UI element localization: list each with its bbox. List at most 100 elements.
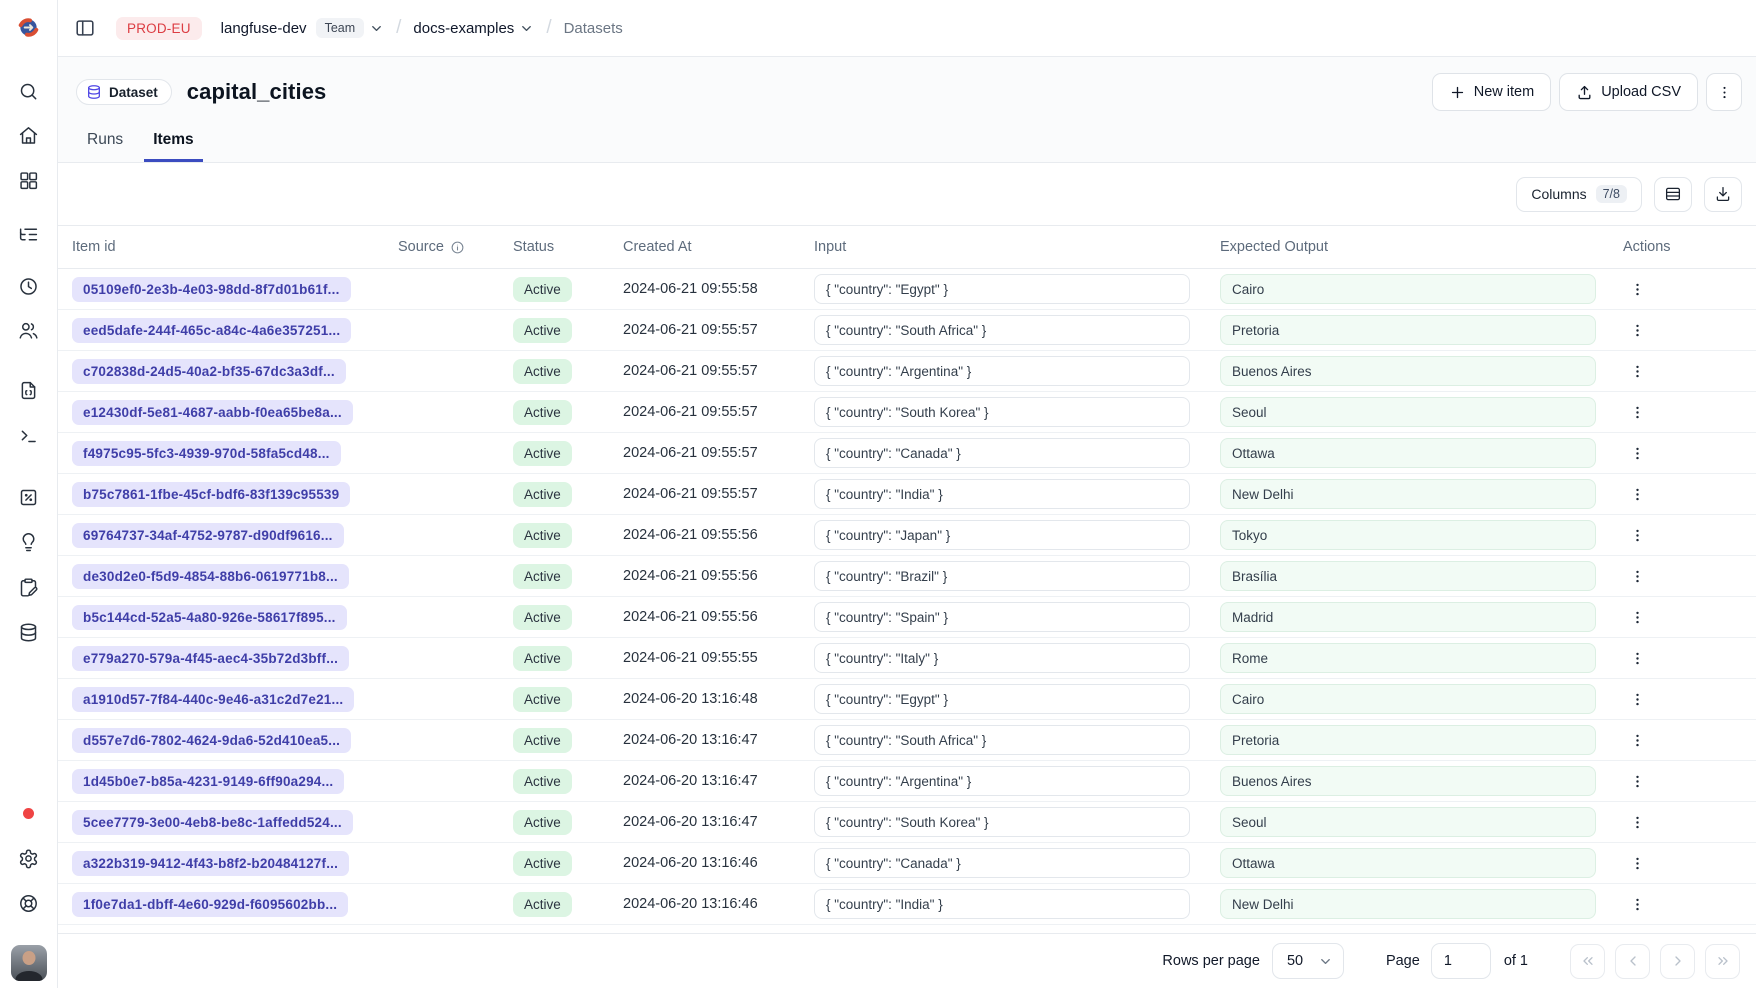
input-cell[interactable]: { "country": "South Africa" }	[814, 725, 1190, 755]
item-id-link[interactable]: b75c7861-1fbe-45cf-bdf6-83f139c95539	[72, 482, 350, 507]
record-indicator[interactable]	[16, 801, 42, 825]
sidebar-item-tracing[interactable]	[16, 222, 42, 246]
sidebar-item-playground[interactable]	[16, 423, 42, 447]
sidebar-item-annotation[interactable]	[16, 575, 42, 599]
row-actions-button[interactable]	[1623, 357, 1651, 385]
previous-page-button[interactable]	[1615, 944, 1650, 979]
item-id-link[interactable]: d557e7d6-7802-4624-9da6-52d410ea5...	[72, 728, 351, 753]
input-cell[interactable]: { "country": "India" }	[814, 889, 1190, 919]
expected-output-cell[interactable]: Madrid	[1220, 602, 1596, 632]
input-cell[interactable]: { "country": "India" }	[814, 479, 1190, 509]
sidebar-toggle-button[interactable]	[72, 15, 98, 41]
input-cell[interactable]: { "country": "Italy" }	[814, 643, 1190, 673]
item-id-link[interactable]: eed5dafe-244f-465c-a84c-4a6e357251...	[72, 318, 351, 343]
item-id-link[interactable]: e779a270-579a-4f45-aec4-35b72d3bff...	[72, 646, 349, 671]
columns-button[interactable]: Columns 7/8	[1516, 177, 1642, 212]
row-actions-button[interactable]	[1623, 398, 1651, 426]
expected-output-cell[interactable]: Buenos Aires	[1220, 766, 1596, 796]
sidebar-item-prompts[interactable]	[16, 378, 42, 402]
input-cell[interactable]: { "country": "South Korea" }	[814, 807, 1190, 837]
row-actions-button[interactable]	[1623, 521, 1651, 549]
input-cell[interactable]: { "country": "Brazil" }	[814, 561, 1190, 591]
tab-runs[interactable]: Runs	[78, 131, 132, 162]
row-actions-button[interactable]	[1623, 316, 1651, 344]
sidebar-item-search[interactable]	[16, 79, 42, 103]
expected-output-cell[interactable]: Pretoria	[1220, 315, 1596, 345]
expected-output-cell[interactable]: Rome	[1220, 643, 1596, 673]
expected-output-cell[interactable]: Seoul	[1220, 397, 1596, 427]
project-switcher[interactable]	[519, 21, 534, 36]
row-actions-button[interactable]	[1623, 562, 1651, 590]
input-cell[interactable]: { "country": "Canada" }	[814, 438, 1190, 468]
rows-per-page-select[interactable]: 50	[1272, 943, 1344, 979]
row-actions-button[interactable]	[1623, 644, 1651, 672]
item-id-link[interactable]: 69764737-34af-4752-9787-d90df9616...	[72, 523, 344, 548]
org-switcher[interactable]	[369, 21, 384, 36]
input-cell[interactable]: { "country": "South Africa" }	[814, 315, 1190, 345]
first-page-button[interactable]	[1570, 944, 1605, 979]
expected-output-cell[interactable]: Cairo	[1220, 274, 1596, 304]
sidebar-item-datasets[interactable]	[16, 620, 42, 644]
input-cell[interactable]: { "country": "Egypt" }	[814, 274, 1190, 304]
sidebar-item-evaluation[interactable]	[16, 485, 42, 509]
row-actions-button[interactable]	[1623, 439, 1651, 467]
item-id-link[interactable]: e12430df-5e81-4687-aabb-f0ea65be8a...	[72, 400, 353, 425]
org-name[interactable]: langfuse-dev	[221, 20, 307, 37]
expected-output-cell[interactable]: Tokyo	[1220, 520, 1596, 550]
export-button[interactable]	[1704, 177, 1742, 212]
next-page-button[interactable]	[1660, 944, 1695, 979]
row-actions-button[interactable]	[1623, 890, 1651, 918]
input-cell[interactable]: { "country": "Argentina" }	[814, 356, 1190, 386]
project-name[interactable]: docs-examples	[413, 20, 514, 37]
expected-output-cell[interactable]: Pretoria	[1220, 725, 1596, 755]
sidebar-item-insights[interactable]	[16, 530, 42, 554]
item-id-link[interactable]: a1910d57-7f84-440c-9e46-a31c2d7e21...	[72, 687, 354, 712]
input-cell[interactable]: { "country": "Argentina" }	[814, 766, 1190, 796]
sidebar-item-users[interactable]	[16, 318, 42, 342]
row-actions-button[interactable]	[1623, 603, 1651, 631]
sidebar-item-support[interactable]	[16, 891, 42, 915]
row-actions-button[interactable]	[1623, 275, 1651, 303]
item-id-link[interactable]: 05109ef0-2e3b-4e03-98dd-8f7d01b61f...	[72, 277, 351, 302]
item-id-link[interactable]: 1f0e7da1-dbff-4e60-929d-f6095602bb...	[72, 892, 348, 917]
input-cell[interactable]: { "country": "Canada" }	[814, 848, 1190, 878]
item-id-link[interactable]: a322b319-9412-4f43-b8f2-b20484127f...	[72, 851, 349, 876]
sidebar-item-dashboards[interactable]	[16, 168, 42, 192]
expected-output-cell[interactable]: New Delhi	[1220, 479, 1596, 509]
sidebar-item-settings[interactable]	[16, 846, 42, 870]
sidebar-item-sessions[interactable]	[16, 274, 42, 298]
item-id-link[interactable]: f4975c95-5fc3-4939-970d-58fa5cd48...	[72, 441, 341, 466]
tab-items[interactable]: Items	[144, 131, 203, 162]
input-cell[interactable]: { "country": "Japan" }	[814, 520, 1190, 550]
row-actions-button[interactable]	[1623, 480, 1651, 508]
last-page-button[interactable]	[1705, 944, 1740, 979]
item-id-link[interactable]: 5cee7779-3e00-4eb8-be8c-1affedd524...	[72, 810, 353, 835]
input-cell[interactable]: { "country": "Spain" }	[814, 602, 1190, 632]
upload-csv-button[interactable]: Upload CSV	[1559, 73, 1698, 111]
item-id-link[interactable]: b5c144cd-52a5-4a80-926e-58617f895...	[72, 605, 347, 630]
row-height-button[interactable]	[1654, 177, 1692, 212]
row-actions-button[interactable]	[1623, 685, 1651, 713]
row-actions-button[interactable]	[1623, 767, 1651, 795]
breadcrumb-section[interactable]: Datasets	[564, 20, 623, 37]
input-cell[interactable]: { "country": "South Korea" }	[814, 397, 1190, 427]
expected-output-cell[interactable]: Buenos Aires	[1220, 356, 1596, 386]
item-id-link[interactable]: c702838d-24d5-40a2-bf35-67dc3a3df...	[72, 359, 346, 384]
page-number-input[interactable]	[1431, 943, 1491, 979]
user-avatar[interactable]	[11, 945, 47, 981]
expected-output-cell[interactable]: Brasília	[1220, 561, 1596, 591]
sidebar-item-home[interactable]	[16, 123, 42, 147]
expected-output-cell[interactable]: Cairo	[1220, 684, 1596, 714]
expected-output-cell[interactable]: Ottawa	[1220, 438, 1596, 468]
row-actions-button[interactable]	[1623, 808, 1651, 836]
expected-output-cell[interactable]: Seoul	[1220, 807, 1596, 837]
page-actions-menu-button[interactable]	[1706, 73, 1742, 111]
expected-output-cell[interactable]: New Delhi	[1220, 889, 1596, 919]
item-id-link[interactable]: de30d2e0-f5d9-4854-88b6-0619771b8...	[72, 564, 349, 589]
row-actions-button[interactable]	[1623, 849, 1651, 877]
expected-output-cell[interactable]: Ottawa	[1220, 848, 1596, 878]
new-item-button[interactable]: New item	[1432, 73, 1551, 111]
row-actions-button[interactable]	[1623, 726, 1651, 754]
input-cell[interactable]: { "country": "Egypt" }	[814, 684, 1190, 714]
item-id-link[interactable]: 1d45b0e7-b85a-4231-9149-6ff90a294...	[72, 769, 344, 794]
